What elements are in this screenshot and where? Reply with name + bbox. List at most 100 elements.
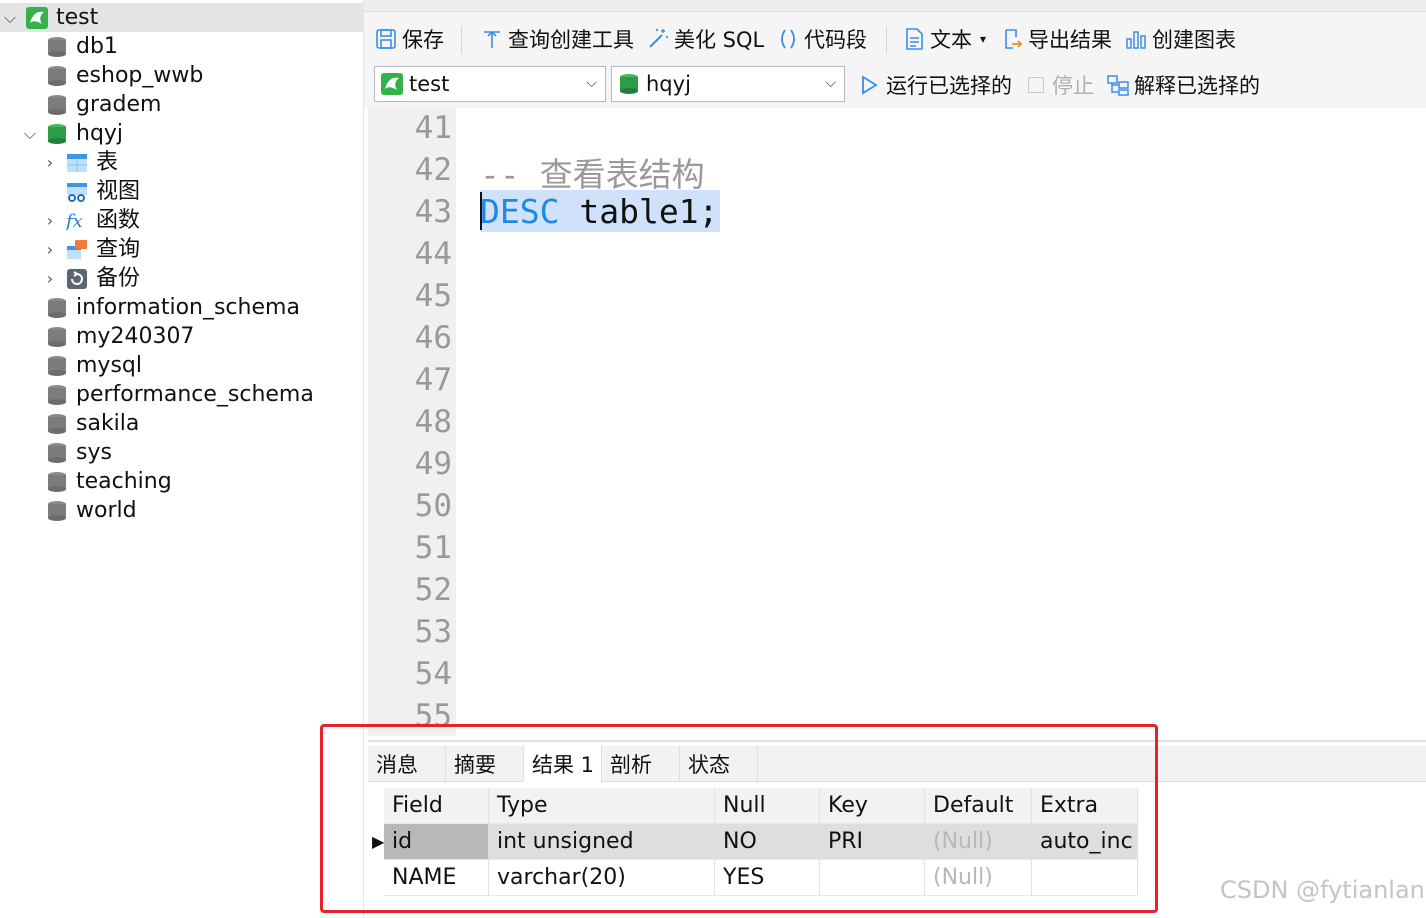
tree-node-tables[interactable]: › 表 (0, 148, 364, 177)
tree-db-item[interactable]: mysql (0, 351, 364, 380)
run-selected-button[interactable]: 运行已选择的 (858, 70, 1012, 100)
database-icon (48, 443, 66, 463)
connection-select-value: test (409, 72, 450, 96)
database-select-value: hqyj (646, 72, 691, 96)
chevron-down-icon[interactable]: ⌵ (23, 119, 37, 148)
database-open-icon (48, 124, 66, 144)
tree-label: hqyj (76, 121, 124, 146)
chevron-down-icon[interactable]: ⌵ (3, 3, 17, 32)
tree-node-backups[interactable]: › 备份 (0, 264, 364, 293)
database-icon (48, 501, 66, 521)
export-results-button[interactable]: 导出结果 (1000, 24, 1112, 54)
chevron-down-icon: ⌵ (586, 75, 597, 91)
save-button[interactable]: 保存 (374, 24, 444, 54)
query-builder-label: 查询创建工具 (508, 28, 634, 52)
tree-label: 函数 (96, 208, 141, 233)
line-number-gutter: 41 42 43 44 45 46 47 48 49 50 51 52 53 5… (368, 108, 456, 736)
create-chart-button[interactable]: 创建图表 (1124, 24, 1236, 54)
tree-node-views[interactable]: 视图 (0, 177, 364, 206)
view-icon (67, 183, 87, 202)
query-icon (67, 240, 87, 259)
play-icon (862, 75, 878, 95)
table-icon (67, 154, 87, 172)
tree-label: eshop_wwb (76, 63, 204, 88)
toolbar-divider (461, 26, 462, 54)
export-icon (1005, 29, 1023, 49)
tree-label: mysql (76, 353, 142, 378)
database-open-icon (620, 74, 638, 94)
tree-db-item[interactable]: gradem (0, 90, 364, 119)
tree-db-hqyj[interactable]: ⌵ hqyj (0, 119, 364, 148)
connection-select[interactable]: test ⌵ (374, 66, 606, 102)
tree-db-item[interactable]: world (0, 496, 364, 525)
caret-down-icon: ▾ (980, 32, 987, 46)
bar-chart-icon (1126, 31, 1146, 49)
chevron-down-icon: ⌵ (825, 75, 836, 91)
tree-label: sys (76, 440, 112, 465)
query-builder-button[interactable]: 查询创建工具 (480, 24, 634, 54)
line-number: 43 (414, 194, 452, 230)
tree-label: test (56, 5, 99, 30)
tree-label: 表 (96, 150, 119, 175)
code-snippet-button[interactable]: 代码段 (776, 24, 867, 54)
tree-db-item[interactable]: sys (0, 438, 364, 467)
text-mode-dropdown[interactable]: 文本 ▾ (902, 24, 986, 54)
tree-connection-test[interactable]: ⌵ test (0, 3, 364, 32)
tree-label: performance_schema (76, 382, 314, 407)
navigator-sidebar: ⌵ test db1 eshop_wwb gradem ⌵ hqyj › 表 视… (0, 0, 364, 918)
tree-label: 查询 (96, 237, 141, 262)
tree-db-item[interactable]: performance_schema (0, 380, 364, 409)
tree-label: information_schema (76, 295, 300, 320)
query-tab-strip (364, 0, 1426, 12)
parentheses-icon (781, 29, 795, 49)
tree-db-item[interactable]: db1 (0, 32, 364, 61)
tree-db-item[interactable]: sakila (0, 409, 364, 438)
beautify-sql-label: 美化 SQL (674, 28, 765, 52)
chevron-right-icon[interactable]: › (43, 206, 57, 235)
line-number: 47 (414, 362, 452, 398)
tree-node-functions[interactable]: › fx 函数 (0, 206, 364, 235)
stop-label: 停止 (1052, 74, 1094, 98)
beautify-sql-button[interactable]: 美化 SQL (646, 24, 764, 54)
toolbar-divider (886, 26, 887, 54)
tree-db-item[interactable]: eshop_wwb (0, 61, 364, 90)
stop-button[interactable]: 停止 (1028, 70, 1094, 100)
database-icon (48, 385, 66, 405)
database-icon (48, 37, 66, 57)
database-icon (48, 66, 66, 86)
line-number: 49 (414, 446, 452, 482)
document-icon (906, 28, 923, 50)
sql-keyword: DESC (480, 192, 560, 231)
chevron-right-icon[interactable]: › (43, 148, 57, 177)
explain-selected-label: 解释已选择的 (1134, 74, 1260, 98)
explain-icon (1107, 75, 1129, 96)
query-builder-icon (484, 30, 500, 48)
mysql-connection-icon (26, 7, 48, 29)
database-icon (48, 414, 66, 434)
line-number: 51 (414, 530, 452, 566)
tree-label: sakila (76, 411, 140, 436)
run-selected-label: 运行已选择的 (886, 74, 1012, 98)
export-results-label: 导出结果 (1028, 28, 1112, 52)
create-chart-label: 创建图表 (1152, 28, 1236, 52)
tree-node-queries[interactable]: › 查询 (0, 235, 364, 264)
stop-icon (1028, 77, 1044, 93)
sql-comment: -- 查看表结构 (480, 155, 705, 194)
tree-label: 备份 (96, 266, 141, 291)
watermark: CSDN @fytianlan (1220, 876, 1425, 904)
tree-db-item[interactable]: information_schema (0, 293, 364, 322)
database-icon (48, 472, 66, 492)
sql-editor[interactable]: -- 查看表结构 DESC table1; (456, 108, 1426, 736)
svg-text:fx: fx (66, 211, 83, 232)
text-mode-label: 文本 (930, 28, 972, 52)
tree-db-item[interactable]: teaching (0, 467, 364, 496)
query-toolbar: 保存 查询创建工具 美化 SQL 代码段 文本 ▾ 导出结果 创建图表 test… (364, 12, 1426, 108)
chevron-right-icon[interactable]: › (43, 235, 57, 264)
explain-selected-button[interactable]: 解释已选择的 (1106, 70, 1260, 100)
tree-db-item[interactable]: my240307 (0, 322, 364, 351)
function-icon: fx (66, 211, 83, 232)
chevron-right-icon[interactable]: › (43, 264, 57, 293)
tree-label: 视图 (96, 179, 141, 204)
database-select[interactable]: hqyj ⌵ (611, 66, 845, 102)
line-number: 50 (414, 488, 452, 524)
